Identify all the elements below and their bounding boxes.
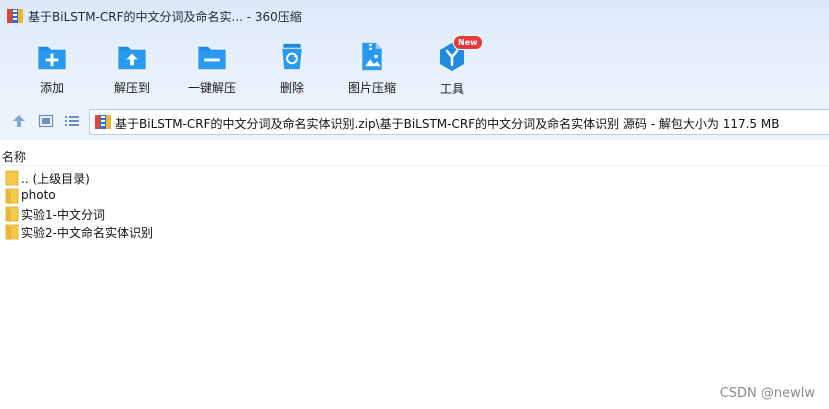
watermark: CSDN @newlw <box>719 386 815 401</box>
add-label: 添加 <box>39 81 64 95</box>
tools-label: 工具 <box>439 82 464 96</box>
folder-icon <box>5 206 19 222</box>
file-name: 实验2-中文命名实体识别 <box>21 226 153 240</box>
image-compress-label: 图片压缩 <box>347 81 396 95</box>
list-item-parent-dir[interactable]: .. (上级目录) <box>0 169 829 187</box>
navigation-bar: 基于BiLSTM-CRF的中文分词及命名实体识别.zip\基于BiLSTM-CR… <box>0 107 829 137</box>
file-name: photo <box>21 188 56 202</box>
tools-button[interactable]: New 工具 <box>414 35 490 96</box>
column-header-name[interactable]: 名称 <box>0 145 829 166</box>
title-bar: 基于BiLSTM-CRF的中文分词及命名实... - 360压缩 <box>0 0 829 34</box>
file-name: .. (上级目录) <box>21 172 90 186</box>
delete-label: 删除 <box>279 81 304 95</box>
address-bar[interactable]: 基于BiLSTM-CRF的中文分词及命名实体识别.zip\基于BiLSTM-CR… <box>89 109 829 135</box>
one-click-extract-icon <box>198 46 226 70</box>
list-item[interactable]: 实验1-中文分词 <box>0 205 829 223</box>
delete-button[interactable]: 删除 <box>254 36 330 96</box>
extract-to-label: 解压到 <box>113 81 150 95</box>
file-name: 实验1-中文分词 <box>21 208 105 222</box>
extract-to-icon <box>118 46 146 70</box>
list-item[interactable]: photo <box>0 187 829 205</box>
add-button[interactable]: 添加 <box>14 36 90 96</box>
list-view-icon[interactable] <box>64 113 80 129</box>
recycle-bin-icon <box>282 43 302 70</box>
folder-icon <box>5 170 19 186</box>
toolbar: 添加 解压到 一键解压 删除 图片压缩 New 工具 <box>0 35 829 98</box>
column-header-label: 名称 <box>2 150 27 164</box>
thumbnail-view-icon[interactable] <box>38 113 54 129</box>
address-path: 基于BiLSTM-CRF的中文分词及命名实体识别.zip\基于BiLSTM-CR… <box>115 117 780 131</box>
one-click-extract-label: 一键解压 <box>187 81 236 95</box>
file-list: .. (上级目录) photo 实验1-中文分词 实验2-中文命名实体识别 <box>0 169 829 241</box>
up-arrow-icon[interactable] <box>11 113 27 129</box>
add-folder-icon <box>38 46 66 70</box>
new-badge: New <box>453 35 483 50</box>
window-title: 基于BiLSTM-CRF的中文分词及命名实... - 360压缩 <box>28 10 302 24</box>
archive-icon <box>95 115 111 129</box>
folder-icon <box>5 224 19 240</box>
image-compress-icon <box>362 42 382 71</box>
list-item[interactable]: 实验2-中文命名实体识别 <box>0 223 829 241</box>
image-compress-button[interactable]: 图片压缩 <box>334 36 410 96</box>
one-click-extract-button[interactable]: 一键解压 <box>174 36 250 96</box>
extract-to-button[interactable]: 解压到 <box>94 36 170 96</box>
folder-icon <box>5 188 19 204</box>
archive-icon <box>7 9 23 23</box>
